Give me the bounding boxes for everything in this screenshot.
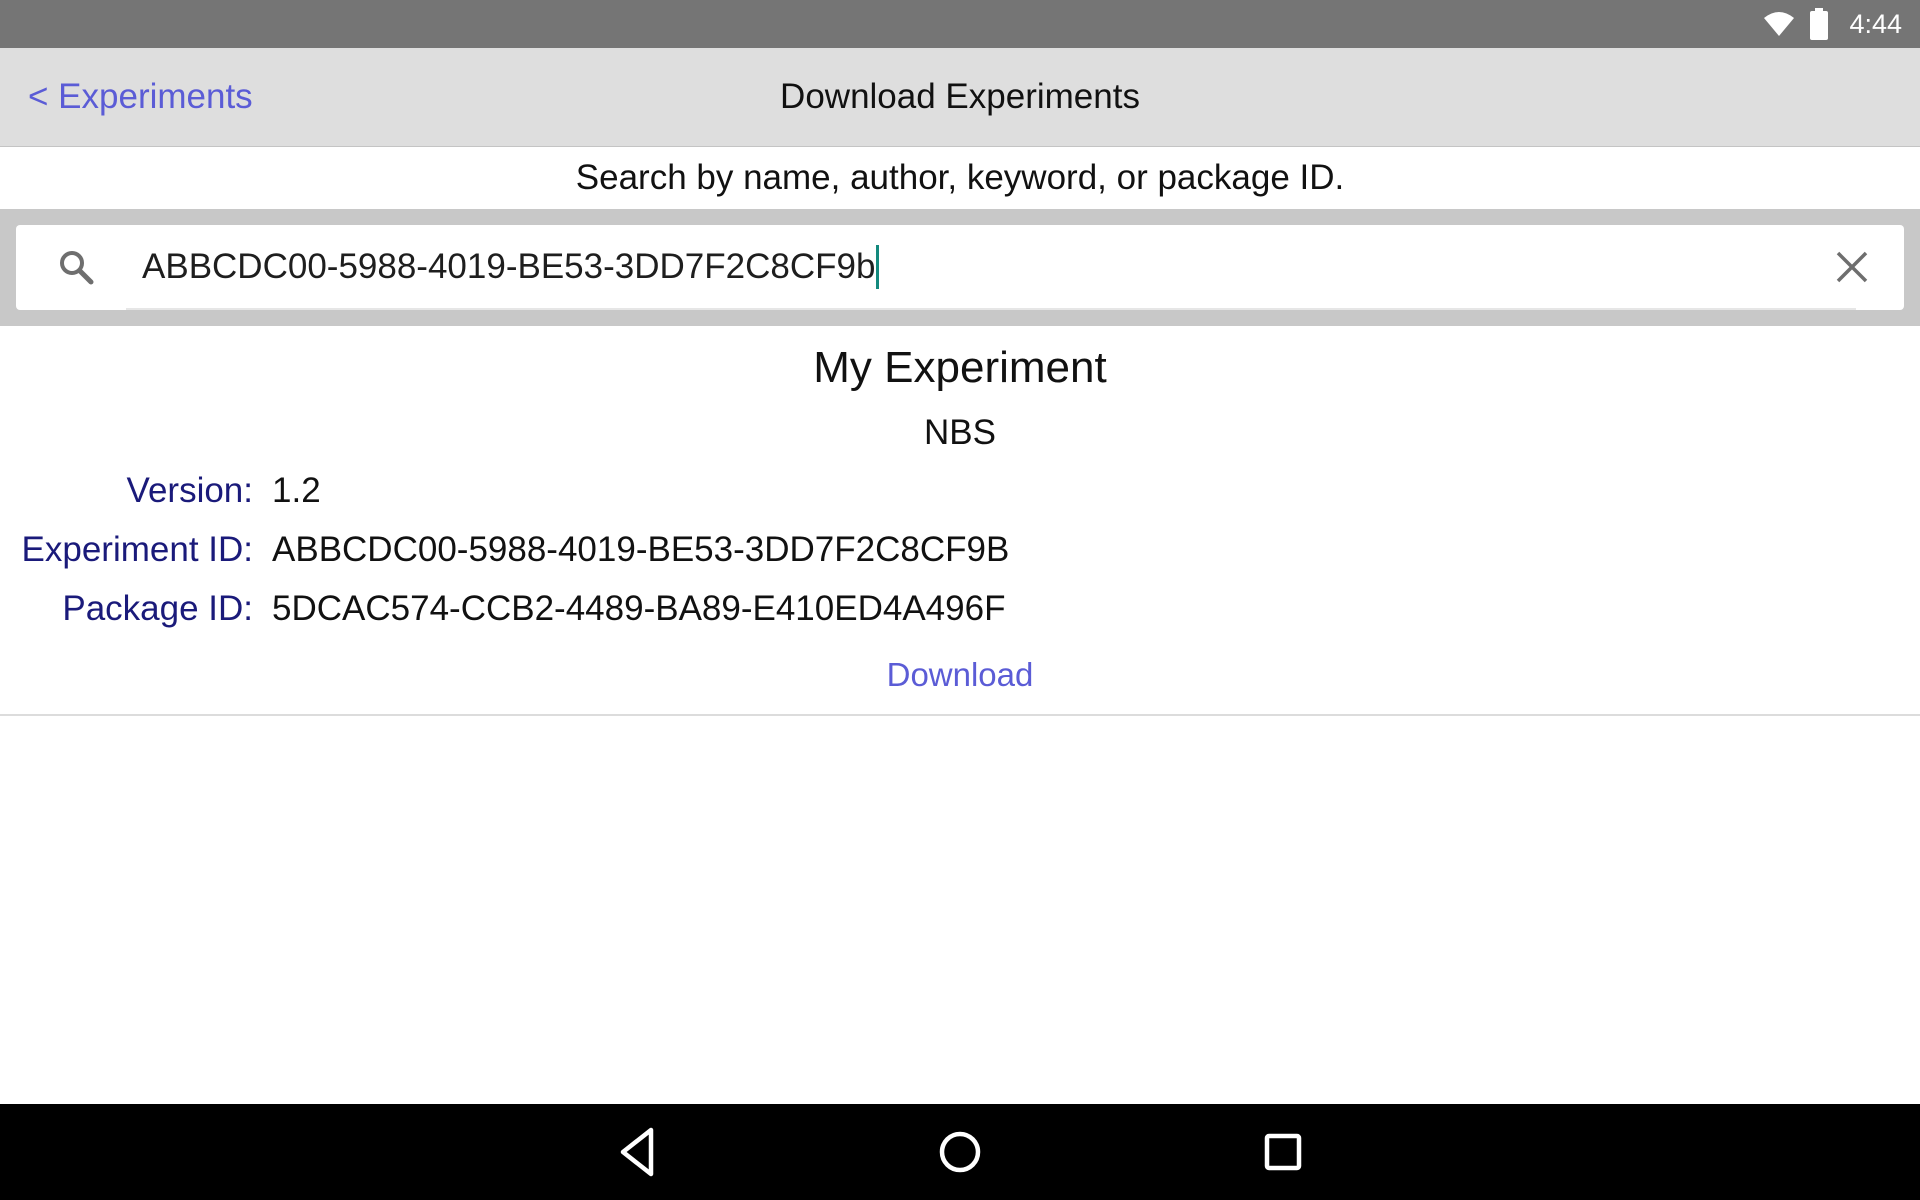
version-value: 1.2 bbox=[272, 471, 321, 510]
experiment-id-value: ABBCDC00-5988-4019-BE53-3DD7F2C8CF9B bbox=[272, 530, 1010, 569]
field-row-version: Version: 1.2 bbox=[0, 463, 1920, 519]
status-bar: 4:44 bbox=[0, 0, 1920, 48]
search-input-value[interactable]: ABBCDC00-5988-4019-BE53-3DD7F2C8CF9b bbox=[142, 239, 880, 295]
back-icon[interactable] bbox=[607, 1122, 667, 1182]
status-icons: 4:44 bbox=[1763, 0, 1902, 48]
version-label: Version: bbox=[126, 471, 253, 510]
search-icon bbox=[60, 251, 94, 285]
text-cursor bbox=[876, 245, 880, 289]
field-row-experiment-id: Experiment ID: ABBCDC00-5988-4019-BE53-3… bbox=[0, 522, 1920, 578]
home-icon[interactable] bbox=[930, 1122, 990, 1182]
experiment-id-label: Experiment ID: bbox=[21, 530, 253, 569]
divider bbox=[0, 714, 1920, 716]
status-time: 4:44 bbox=[1849, 8, 1902, 39]
field-row-package-id: Package ID: 5DCAC574-CCB2-4489-BA89-E410… bbox=[0, 581, 1920, 637]
search-input[interactable]: ABBCDC00-5988-4019-BE53-3DD7F2C8CF9b bbox=[126, 225, 1856, 310]
recents-icon[interactable] bbox=[1253, 1122, 1313, 1182]
download-button[interactable]: Download bbox=[0, 650, 1920, 700]
search-input-text: ABBCDC00-5988-4019-BE53-3DD7F2C8CF9b bbox=[142, 247, 876, 286]
back-button[interactable]: < Experiments bbox=[28, 48, 253, 146]
battery-icon bbox=[1810, 8, 1829, 40]
close-icon[interactable] bbox=[1834, 249, 1870, 285]
wifi-icon bbox=[1764, 12, 1795, 36]
search-bar: ABBCDC00-5988-4019-BE53-3DD7F2C8CF9b bbox=[0, 209, 1920, 326]
package-id-label: Package ID: bbox=[62, 589, 253, 628]
experiment-title: My Experiment bbox=[813, 343, 1107, 392]
search-box: ABBCDC00-5988-4019-BE53-3DD7F2C8CF9b bbox=[16, 225, 1904, 310]
search-hint: Search by name, author, keyword, or pack… bbox=[575, 158, 1345, 197]
app-nav-bar: Download Experiments < Experiments bbox=[0, 48, 1920, 147]
package-id-value: 5DCAC574-CCB2-4489-BA89-E410ED4A496F bbox=[272, 589, 1006, 628]
system-nav-bar bbox=[0, 1104, 1920, 1200]
experiment-author: NBS bbox=[924, 413, 996, 452]
page-title: Download Experiments bbox=[780, 77, 1140, 116]
